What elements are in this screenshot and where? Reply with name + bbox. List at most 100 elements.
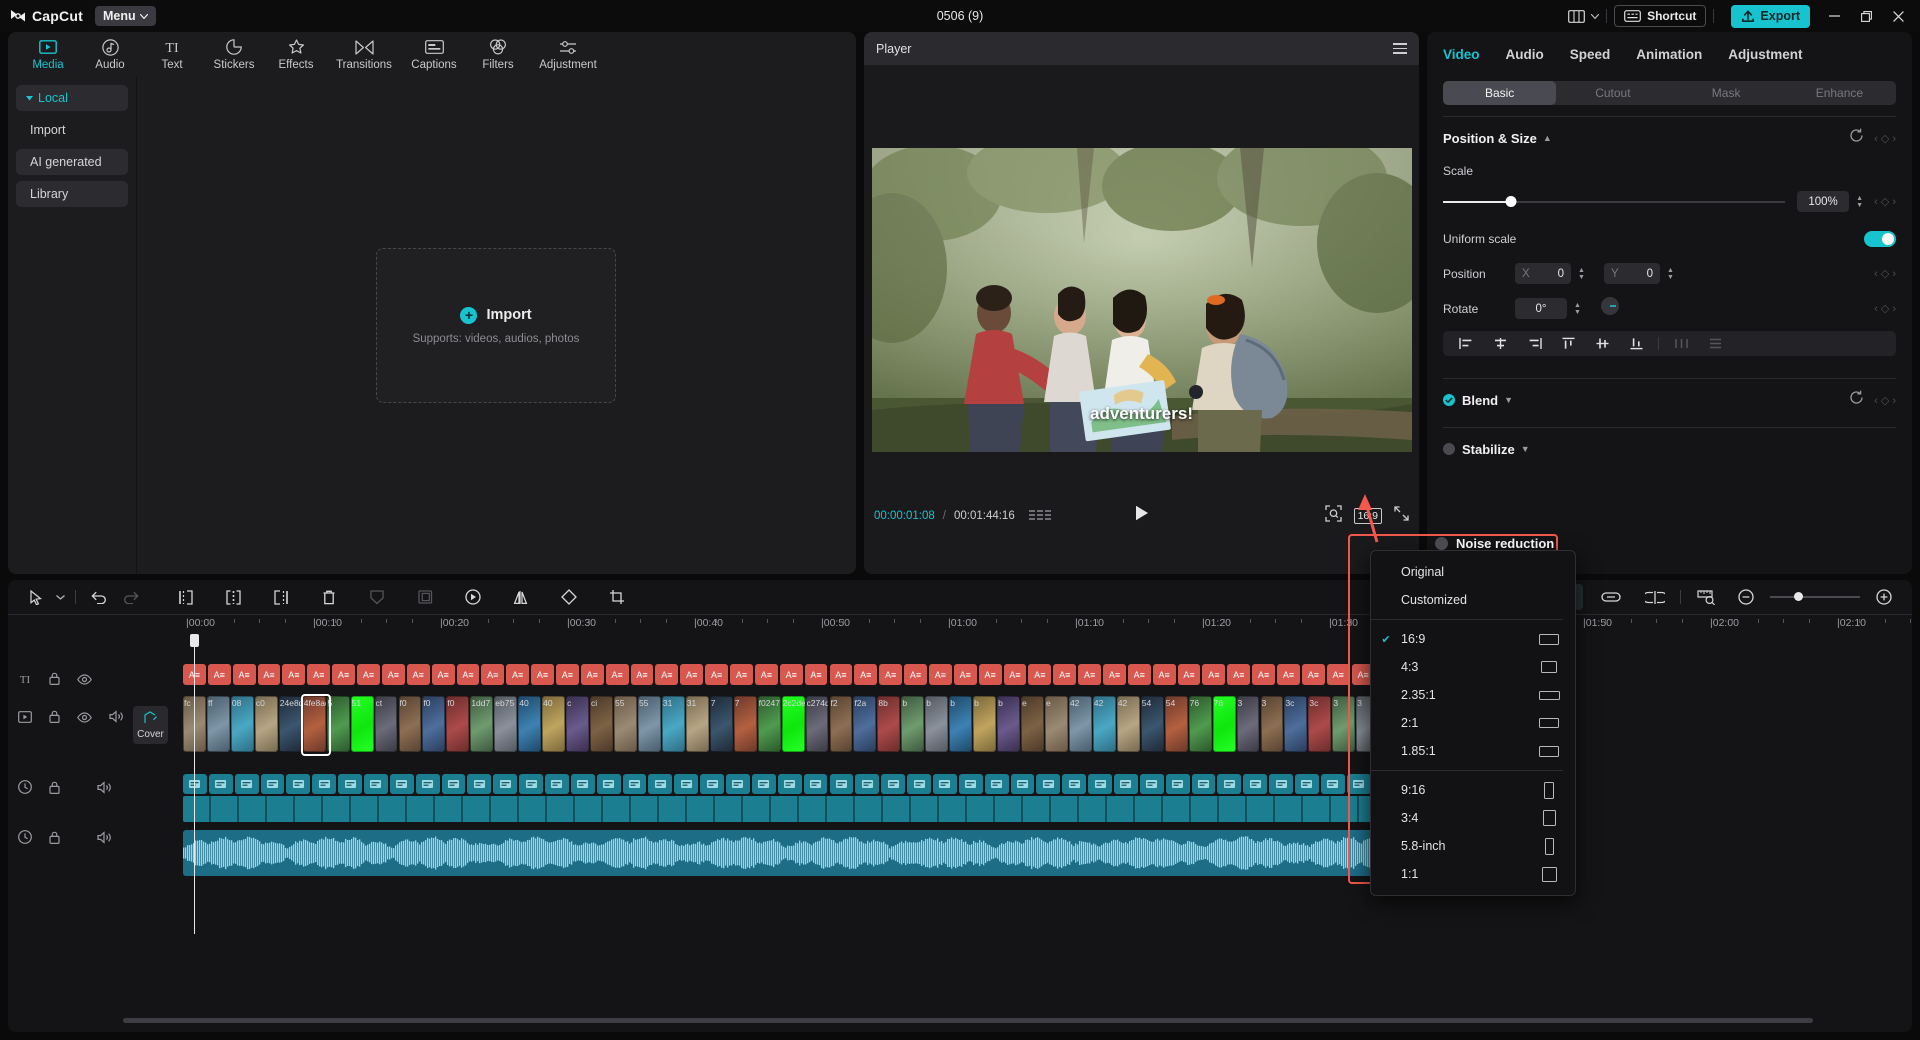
- menu-button[interactable]: Menu: [95, 6, 156, 26]
- text-clip[interactable]: A≡: [1004, 664, 1027, 685]
- position-keyframe-nav[interactable]: ‹ ◇ ›: [1874, 267, 1896, 280]
- align-bottom-icon[interactable]: [1619, 331, 1653, 356]
- text-clip[interactable]: A≡: [879, 664, 902, 685]
- hamburger-icon[interactable]: [1393, 43, 1407, 54]
- layout-chevron-down-icon[interactable]: [1591, 14, 1599, 19]
- lock-icon[interactable]: [49, 710, 60, 728]
- segment-basic[interactable]: Basic: [1443, 81, 1556, 105]
- rotate-keyframe-nav[interactable]: ‹ ◇ ›: [1874, 302, 1896, 315]
- dropdown-item-3-4[interactable]: 3:4: [1371, 804, 1575, 832]
- text-clip[interactable]: A≡: [233, 664, 256, 685]
- sticker-clip[interactable]: [416, 774, 440, 794]
- zoom-slider[interactable]: [1770, 596, 1860, 598]
- align-left-icon[interactable]: [1449, 331, 1483, 356]
- scale-value-input[interactable]: 100%: [1797, 191, 1849, 212]
- zoom-preview-icon[interactable]: [1325, 505, 1342, 527]
- sticker-clip[interactable]: [778, 774, 802, 794]
- fullscreen-icon[interactable]: [1394, 506, 1409, 526]
- tab-text[interactable]: TI Text: [142, 34, 202, 76]
- sticker-clip[interactable]: [286, 774, 310, 794]
- rotate-stepper[interactable]: ▲▼: [1571, 302, 1584, 316]
- sidebar-item-ai-generated[interactable]: AI generated: [16, 149, 128, 175]
- sticker-clip[interactable]: [442, 774, 466, 794]
- text-clip[interactable]: A≡: [979, 664, 1002, 685]
- scale-knob[interactable]: [1506, 196, 1517, 207]
- sticker-clip[interactable]: [493, 774, 517, 794]
- sticker-clip[interactable]: [623, 774, 647, 794]
- text-clip[interactable]: A≡: [705, 664, 728, 685]
- frames-icon[interactable]: [1029, 510, 1051, 521]
- distribute-horizontal-icon[interactable]: [1664, 331, 1698, 356]
- sticker-clip[interactable]: [209, 774, 233, 794]
- sticker-clip[interactable]: [1269, 774, 1293, 794]
- dropdown-item-2-1[interactable]: 2:1: [1371, 709, 1575, 737]
- select-icon[interactable]: [20, 584, 52, 610]
- text-clip[interactable]: A≡: [929, 664, 952, 685]
- dropdown-item-1-1[interactable]: 1:1: [1371, 860, 1575, 888]
- zoom-in-icon[interactable]: [1868, 584, 1900, 610]
- sticker-clip[interactable]: [648, 774, 672, 794]
- sticker-clip[interactable]: [1321, 774, 1345, 794]
- sidebar-item-local[interactable]: Local: [16, 85, 128, 111]
- sticker-clip[interactable]: [1166, 774, 1190, 794]
- sticker-clip[interactable]: [597, 774, 621, 794]
- crop-icon[interactable]: [601, 584, 633, 610]
- position-x-stepper[interactable]: ▲▼: [1575, 267, 1588, 281]
- fit-icon[interactable]: [1690, 584, 1722, 610]
- text-clip[interactable]: A≡: [854, 664, 877, 685]
- text-clip[interactable]: A≡: [407, 664, 430, 685]
- text-clip[interactable]: A≡: [258, 664, 281, 685]
- text-clip[interactable]: A≡: [481, 664, 504, 685]
- text-clip[interactable]: A≡: [382, 664, 405, 685]
- text-clip[interactable]: A≡: [1327, 664, 1350, 685]
- dropdown-item-1-85-1[interactable]: 1.85:1: [1371, 737, 1575, 765]
- position-y-input[interactable]: Y 0: [1604, 263, 1660, 284]
- dropdown-item-2-35-1[interactable]: 2.35:1: [1371, 681, 1575, 709]
- text-clip[interactable]: A≡: [1302, 664, 1325, 685]
- chevron-down-icon[interactable]: ▼: [1504, 395, 1513, 405]
- text-clip[interactable]: A≡: [1078, 664, 1101, 685]
- dropdown-item-customized[interactable]: Customized: [1371, 586, 1575, 614]
- timeline-scrollbar[interactable]: [123, 1018, 1813, 1023]
- sticker-clip[interactable]: [804, 774, 828, 794]
- sticker-clip[interactable]: [235, 774, 259, 794]
- scale-keyframe-nav[interactable]: ‹ ◇ ›: [1874, 195, 1896, 208]
- sticker-clip[interactable]: [519, 774, 543, 794]
- keyframe-icon[interactable]: [361, 584, 393, 610]
- position-x-input[interactable]: X 0: [1515, 263, 1571, 284]
- text-clip[interactable]: A≡: [1128, 664, 1151, 685]
- sticker-clip[interactable]: [545, 774, 569, 794]
- sticker-clip[interactable]: [855, 774, 879, 794]
- sticker-clip[interactable]: [1036, 774, 1060, 794]
- sticker-clip[interactable]: [571, 774, 595, 794]
- reset-icon[interactable]: [1849, 390, 1864, 410]
- segment-mask[interactable]: Mask: [1670, 81, 1783, 105]
- sticker-clip[interactable]: [700, 774, 724, 794]
- blend-keyframe-nav[interactable]: ‹ ◇ ›: [1874, 394, 1896, 407]
- minimize-button[interactable]: [1818, 3, 1850, 29]
- redo-icon[interactable]: [115, 584, 147, 610]
- sticker-clip[interactable]: [830, 774, 854, 794]
- eye-icon[interactable]: [77, 710, 92, 728]
- text-clip[interactable]: A≡: [332, 664, 355, 685]
- reset-icon[interactable]: [1849, 128, 1864, 148]
- sticker-clip[interactable]: [959, 774, 983, 794]
- uniform-scale-toggle[interactable]: [1864, 231, 1896, 247]
- undo-icon[interactable]: [83, 584, 115, 610]
- eye-icon[interactable]: [77, 672, 92, 690]
- text-clip[interactable]: A≡: [805, 664, 828, 685]
- tab-video[interactable]: Video: [1443, 47, 1480, 62]
- sticker-clip[interactable]: [881, 774, 905, 794]
- freeze-icon[interactable]: [409, 584, 441, 610]
- shortcut-button[interactable]: Shortcut: [1614, 5, 1706, 27]
- scale-track[interactable]: [1443, 201, 1785, 203]
- align-center-horizontal-icon[interactable]: [1483, 331, 1517, 356]
- playhead-handle[interactable]: [190, 634, 199, 647]
- cover-button[interactable]: Cover: [133, 706, 168, 744]
- aspect-ratio-button[interactable]: 16:9: [1354, 508, 1382, 524]
- dropdown-item-5-8-inch[interactable]: 5.8-inch: [1371, 832, 1575, 860]
- stabilize-checkbox[interactable]: [1443, 443, 1455, 455]
- lock-icon[interactable]: [49, 672, 60, 690]
- tab-effects[interactable]: Effects: [266, 34, 326, 76]
- text-clip[interactable]: A≡: [208, 664, 231, 685]
